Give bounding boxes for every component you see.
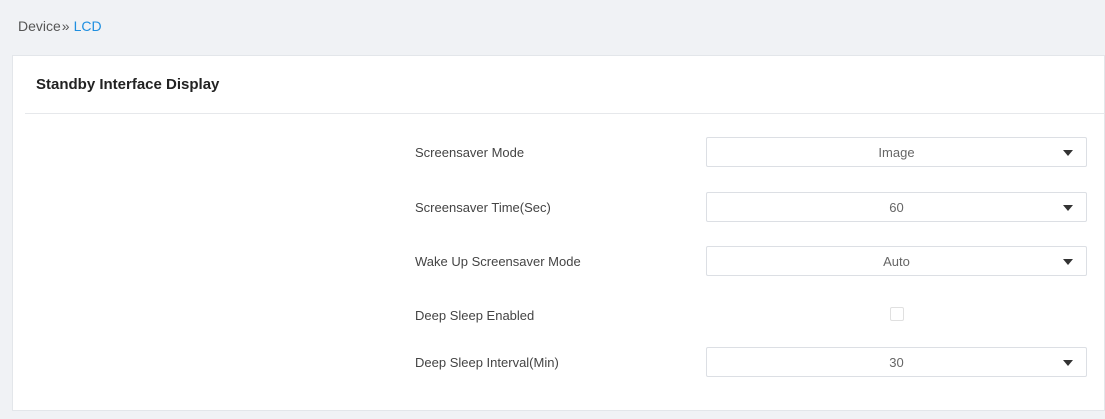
screensaver-time-row: Screensaver Time(Sec) 60 [13, 192, 1104, 224]
deep-sleep-interval-value: 30 [889, 355, 904, 370]
breadcrumb-separator: » [61, 18, 70, 34]
chevron-down-icon [1063, 205, 1073, 211]
screensaver-mode-row: Screensaver Mode Image [13, 137, 1104, 169]
chevron-down-icon [1063, 259, 1073, 265]
wake-up-mode-row: Wake Up Screensaver Mode Auto [13, 246, 1104, 278]
wake-up-mode-value: Auto [883, 254, 910, 269]
deep-sleep-enabled-checkbox[interactable] [890, 307, 904, 321]
deep-sleep-interval-select[interactable]: 30 [706, 347, 1087, 377]
screensaver-time-label: Screensaver Time(Sec) [415, 200, 551, 215]
panel-title: Standby Interface Display [36, 76, 220, 93]
deep-sleep-interval-row: Deep Sleep Interval(Min) 30 [13, 347, 1104, 379]
screensaver-time-select[interactable]: 60 [706, 192, 1087, 222]
deep-sleep-enabled-row: Deep Sleep Enabled [13, 300, 1104, 332]
screensaver-time-value: 60 [889, 200, 904, 215]
standby-interface-panel: Standby Interface Display Screensaver Mo… [12, 55, 1105, 411]
chevron-down-icon [1063, 150, 1073, 156]
breadcrumb-parent[interactable]: Device [18, 18, 61, 34]
screensaver-mode-select[interactable]: Image [706, 137, 1087, 167]
panel-divider [25, 113, 1104, 114]
wake-up-mode-label: Wake Up Screensaver Mode [415, 254, 581, 269]
deep-sleep-interval-label: Deep Sleep Interval(Min) [415, 355, 559, 370]
screensaver-mode-label: Screensaver Mode [415, 145, 525, 160]
wake-up-mode-select[interactable]: Auto [706, 246, 1087, 276]
deep-sleep-enabled-label: Deep Sleep Enabled [415, 308, 535, 323]
screensaver-mode-value: Image [878, 145, 915, 160]
breadcrumb: Device» LCD [18, 18, 102, 34]
breadcrumb-current[interactable]: LCD [74, 18, 102, 34]
chevron-down-icon [1063, 360, 1073, 366]
